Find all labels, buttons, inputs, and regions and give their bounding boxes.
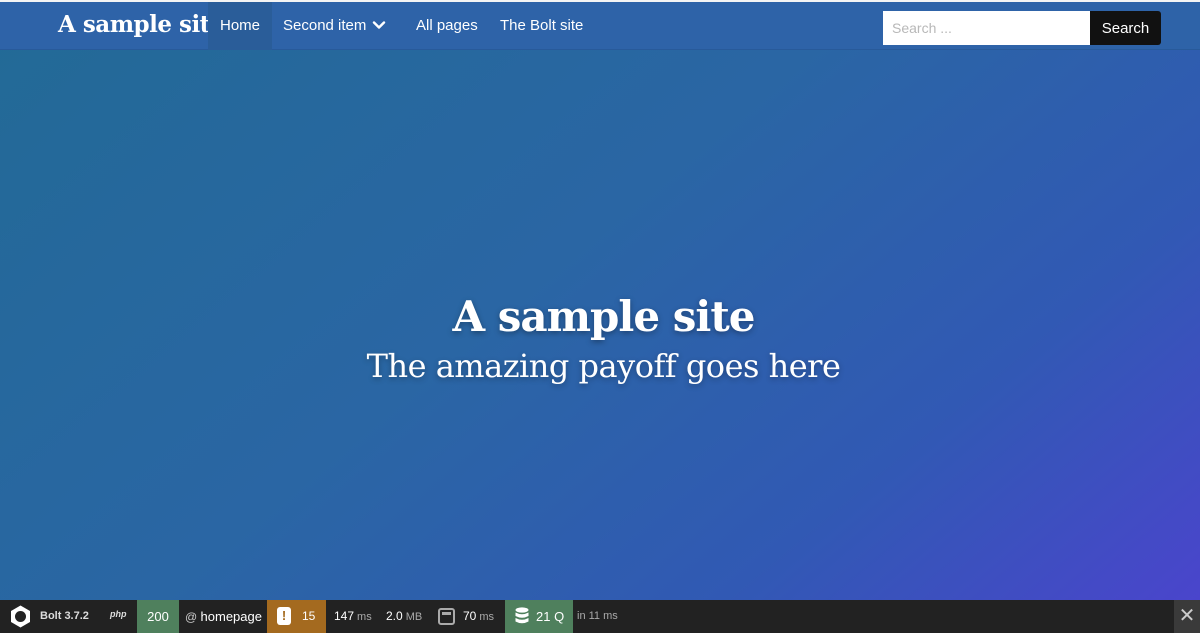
route-prefix: @ <box>185 610 198 624</box>
nav-item-second-item-label: Second item <box>283 17 367 34</box>
route-info[interactable]: @ homepage <box>185 600 262 633</box>
route-name: homepage <box>200 609 262 624</box>
search-button[interactable]: Search <box>1090 11 1161 45</box>
twig-time-unit: ms <box>479 611 495 623</box>
memory-unit: MB <box>405 611 423 623</box>
database-queries-badge[interactable]: 21 Q <box>505 600 573 633</box>
database-query-time: in 11 ms <box>577 610 618 622</box>
nav-item-home[interactable]: Home <box>208 2 272 50</box>
twig-template-icon[interactable] <box>438 608 455 625</box>
nav-item-all-pages[interactable]: All pages <box>416 2 478 50</box>
request-time-unit: ms <box>357 611 372 623</box>
bolt-logo-icon[interactable] <box>8 604 33 629</box>
warnings-count: 15 <box>302 609 316 623</box>
bolt-version[interactable]: Bolt 3.7.2 <box>40 600 89 633</box>
top-navbar: A sample site Home Second item All pages… <box>0 2 1200 50</box>
site-brand-link[interactable]: A sample site <box>58 11 224 38</box>
memory-value: 2.0 <box>386 609 403 623</box>
memory-usage[interactable]: 2.0 MB <box>386 600 422 633</box>
debug-toolbar: Bolt 3.7.2 php 200 @ homepage ! 15 147 ms… <box>0 600 1200 633</box>
nav-item-second-item[interactable]: Second item <box>283 2 386 50</box>
request-time-value: 147 <box>334 609 355 623</box>
database-query-count: 21 Q <box>536 609 565 624</box>
hero-subtitle: The amazing payoff goes here <box>366 347 841 385</box>
database-icon <box>515 607 529 624</box>
search-input[interactable] <box>883 11 1090 45</box>
hero-section: A sample site The amazing payoff goes he… <box>0 2 1200 600</box>
close-toolbar-icon[interactable]: ✕ <box>1174 600 1200 633</box>
twig-time-value: 70 <box>463 609 477 623</box>
http-status-badge[interactable]: 200 <box>137 600 179 633</box>
php-icon[interactable]: php <box>110 600 127 633</box>
twig-render-time[interactable]: 70 ms <box>463 600 494 633</box>
warning-icon: ! <box>277 607 291 625</box>
hero-title: A sample site <box>452 292 756 341</box>
request-time[interactable]: 147 ms <box>334 600 372 633</box>
nav-item-bolt-site[interactable]: The Bolt site <box>500 2 583 50</box>
chevron-down-icon <box>373 21 386 29</box>
warnings-badge[interactable]: ! 15 <box>267 600 326 633</box>
